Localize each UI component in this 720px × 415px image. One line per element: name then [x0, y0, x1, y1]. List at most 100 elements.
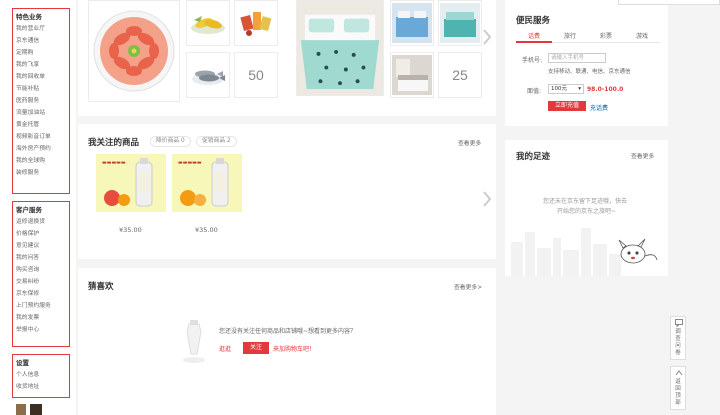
sidebar-item[interactable]: 我的问答: [16, 252, 66, 264]
followed-goods-panel: 我关注的商品 降价商品 0 促销商品 2 查看更多 ▬▬▬▬▬ ¥35.00 ▬…: [78, 124, 496, 259]
followed-goods-title: 我关注的商品: [88, 138, 140, 148]
customer-service-group: 客户服务 返修退换货 价格保护 意见建议 我的问答 购买咨询 交易纠纷 京东保修…: [12, 201, 70, 347]
sidebar-item[interactable]: 我的回收单: [16, 71, 66, 83]
amount-value: 100元: [551, 86, 567, 92]
back-to-top-label: 返回顶部: [675, 379, 681, 406]
empty-bottle-icon: [183, 320, 205, 363]
bedding-image: [297, 1, 383, 95]
tab-promotion[interactable]: 促销商品 2: [196, 136, 237, 147]
sidebar-item[interactable]: 黄金托管: [16, 119, 66, 131]
sidebar-item[interactable]: 交易纠纷: [16, 276, 66, 288]
customer-service-title: 客户服务: [16, 206, 42, 214]
back-to-top-button[interactable]: 返回顶部: [670, 366, 686, 410]
room-image: [392, 55, 432, 95]
tab-game[interactable]: 游戏: [624, 30, 660, 43]
top-products-panel: 50 25: [78, 0, 496, 116]
sidebar-item[interactable]: 举报中心: [16, 324, 66, 336]
try-label: 逛逛: [219, 346, 232, 353]
sidebar-item[interactable]: 定期购: [16, 47, 66, 59]
sidebar-item[interactable]: 流量加油站: [16, 107, 66, 119]
sidebar-item[interactable]: 收货地址: [16, 381, 66, 393]
add-to-cart-link[interactable]: 来加购物车吧！: [273, 344, 315, 353]
see-more-link[interactable]: 查看更多: [631, 151, 654, 160]
thumbnail-image[interactable]: [30, 404, 42, 415]
more-count: 50: [248, 67, 264, 83]
sidebar-item[interactable]: 我的飞享: [16, 59, 66, 71]
see-more-link[interactable]: 查看更多>: [454, 282, 482, 291]
thumbnail-image[interactable]: [16, 404, 26, 415]
sidebar-thumbnails: [16, 404, 42, 415]
juice-bottle-image: ▬▬▬▬▬: [178, 158, 229, 207]
product-card-teal-bed[interactable]: [438, 0, 482, 46]
convenience-service-panel: 便民服务 话费 旅行 彩票 游戏 手机号: 请输入手机号 支持移动、联通、电信、…: [505, 0, 668, 126]
sidebar-item[interactable]: 购买咨询: [16, 264, 66, 276]
sidebar: 特色业务 我的营业厅 京东通信 定期购 我的飞享 我的回收单 节能补贴 医药服务…: [0, 0, 76, 415]
product-card-blue-bed[interactable]: [390, 0, 434, 46]
tab-travel[interactable]: 旅行: [552, 30, 588, 43]
follow-button[interactable]: 关注: [243, 342, 269, 354]
chevron-right-icon[interactable]: [482, 190, 492, 208]
product-card-bedding[interactable]: [296, 0, 384, 96]
empty-hint-text: 您还没有关注任何商品和店铺哦~想看到更多内容？: [219, 328, 357, 335]
more-count-card[interactable]: 25: [438, 52, 482, 98]
product-card-room[interactable]: [390, 52, 434, 98]
tab-phone-recharge[interactable]: 话费: [516, 30, 552, 43]
tab-lottery[interactable]: 彩票: [588, 30, 624, 43]
footprint-empty-line1: 您还未在京东留下足迹哦，快去: [543, 198, 628, 205]
sidebar-item[interactable]: 价格保护: [16, 228, 66, 240]
phone-input[interactable]: 请输入手机号: [548, 53, 606, 63]
svg-text:▬▬▬▬▬: ▬▬▬▬▬: [102, 160, 126, 166]
guess-you-like-panel: 猜喜欢 查看更多> 您还没有关注任何商品和店铺哦~想看到更多内容？ 逛逛 关注 …: [78, 268, 496, 415]
sidebar-item[interactable]: 意见建议: [16, 240, 66, 252]
sidebar-item[interactable]: 上门预约服务: [16, 300, 66, 312]
more-count: 25: [452, 67, 468, 83]
sidebar-item[interactable]: 京东通信: [16, 35, 66, 47]
arrow-up-icon: [675, 370, 683, 376]
sidebar-item[interactable]: 我的发票: [16, 312, 66, 324]
sidebar-item[interactable]: 装修服务: [16, 167, 66, 179]
footprint-panel: 我的足迹 查看更多 您还未在京东留下足迹哦，快去 开始您的京东之旅吧~: [505, 140, 668, 276]
chevron-right-icon[interactable]: [482, 28, 492, 46]
sidebar-item[interactable]: 视频影音订单: [16, 131, 66, 143]
corn-image: [191, 16, 225, 34]
amount-label: 面值:: [527, 88, 542, 95]
product-card-snacks[interactable]: [234, 0, 278, 46]
sidebar-item[interactable]: 我的营业厅: [16, 23, 66, 35]
blue-bedding-image: [392, 3, 432, 43]
see-more-link[interactable]: 查看更多: [458, 138, 481, 147]
survey-label: 调查问卷: [675, 329, 681, 356]
svg-text:▬▬▬▬▬: ▬▬▬▬▬: [178, 160, 202, 166]
sidebar-item[interactable]: 医药服务: [16, 95, 66, 107]
product-card-corn[interactable]: [186, 0, 230, 46]
shrimp-image: [93, 10, 175, 92]
teal-bedding-image: [440, 3, 480, 43]
chat-icon: [675, 319, 683, 327]
product-card-shrimp[interactable]: [88, 0, 180, 102]
product-card-juice-apple[interactable]: ▬▬▬▬▬: [96, 154, 166, 212]
sidebar-item[interactable]: 海外房产预约: [16, 143, 66, 155]
product-card-fish[interactable]: [186, 52, 230, 98]
top-corner-toolbar: [618, 0, 720, 5]
footprint-title: 我的足迹: [516, 152, 551, 162]
sidebar-item[interactable]: 节能补贴: [16, 83, 66, 95]
survey-button[interactable]: 调查问卷: [670, 316, 686, 360]
phone-label: 手机号:: [522, 57, 543, 64]
featured-services-title: 特色业务: [16, 13, 42, 21]
amount-select[interactable]: 100元 ▾: [548, 84, 584, 94]
sidebar-item[interactable]: 个人信息: [16, 369, 66, 381]
fish-image: [192, 70, 225, 85]
product-price: ¥35.00: [195, 226, 218, 234]
tab-price-drop[interactable]: 降价商品 0: [150, 136, 191, 147]
settings-group: 设置 个人信息 收货地址: [12, 354, 70, 398]
sidebar-item[interactable]: 返修退换货: [16, 216, 66, 228]
snacks-image: [240, 12, 272, 36]
more-count-card[interactable]: 50: [234, 52, 278, 98]
sidebar-item[interactable]: 我的全球购: [16, 155, 66, 167]
product-card-juice-orange[interactable]: ▬▬▬▬▬: [172, 154, 242, 212]
recharge-button[interactable]: 立即充值: [548, 101, 586, 111]
juice-bottle-image: ▬▬▬▬▬: [102, 158, 153, 207]
sidebar-item[interactable]: 京东保修: [16, 288, 66, 300]
city-skyline-illustration: [511, 228, 658, 276]
quick-recharge-link[interactable]: 充话费: [590, 103, 608, 112]
dropdown-arrow-icon: ▾: [578, 86, 581, 92]
